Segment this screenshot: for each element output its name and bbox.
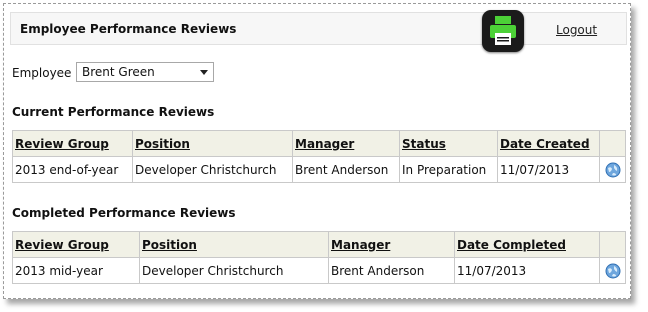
cell-date-completed: 11/07/2013 (454, 257, 600, 284)
table-row: 2013 mid-year Developer Christchurch Bre… (12, 257, 626, 284)
employee-select[interactable]: Brent Green (76, 62, 214, 82)
globe-view-icon[interactable] (605, 263, 621, 279)
column-header-actions (599, 231, 626, 258)
table-header-row: Review Group Position Manager Status Dat… (12, 130, 626, 157)
column-header-position[interactable]: Position (139, 231, 329, 258)
current-reviews-table: Review Group Position Manager Status Dat… (12, 130, 626, 183)
printer-icon (490, 16, 516, 45)
column-header-manager[interactable]: Manager (328, 231, 455, 258)
cell-actions (599, 156, 626, 183)
column-header-manager[interactable]: Manager (292, 130, 400, 157)
globe-view-icon[interactable] (605, 162, 621, 178)
cell-manager: Brent Anderson (328, 257, 455, 284)
cell-actions (599, 257, 626, 284)
column-header-position[interactable]: Position (132, 130, 293, 157)
table-header-row: Review Group Position Manager Date Compl… (12, 231, 626, 258)
employee-label: Employee (12, 66, 72, 80)
completed-reviews-title: Completed Performance Reviews (12, 206, 236, 220)
cell-review-group: 2013 end-of-year (12, 156, 133, 183)
column-header-date-created[interactable]: Date Created (497, 130, 600, 157)
chevron-down-icon (200, 70, 208, 75)
column-header-date-completed[interactable]: Date Completed (454, 231, 600, 258)
page-title: Employee Performance Reviews (20, 22, 237, 36)
employee-select-value: Brent Green (82, 65, 155, 79)
completed-reviews-table: Review Group Position Manager Date Compl… (12, 231, 626, 284)
column-header-review-group[interactable]: Review Group (12, 130, 133, 157)
current-reviews-title: Current Performance Reviews (12, 105, 215, 119)
column-header-review-group[interactable]: Review Group (12, 231, 140, 258)
cell-review-group: 2013 mid-year (12, 257, 140, 284)
print-button[interactable] (482, 10, 524, 52)
cell-manager: Brent Anderson (292, 156, 400, 183)
page-header: Employee Performance Reviews Logout (10, 10, 627, 52)
column-header-actions (599, 130, 626, 157)
column-header-status[interactable]: Status (399, 130, 498, 157)
cell-status: In Preparation (399, 156, 498, 183)
cell-date-created: 11/07/2013 (497, 156, 600, 183)
cell-position: Developer Christchurch (139, 257, 329, 284)
logout-link[interactable]: Logout (556, 23, 597, 37)
table-row: 2013 end-of-year Developer Christchurch … (12, 156, 626, 183)
cell-position: Developer Christchurch (132, 156, 293, 183)
